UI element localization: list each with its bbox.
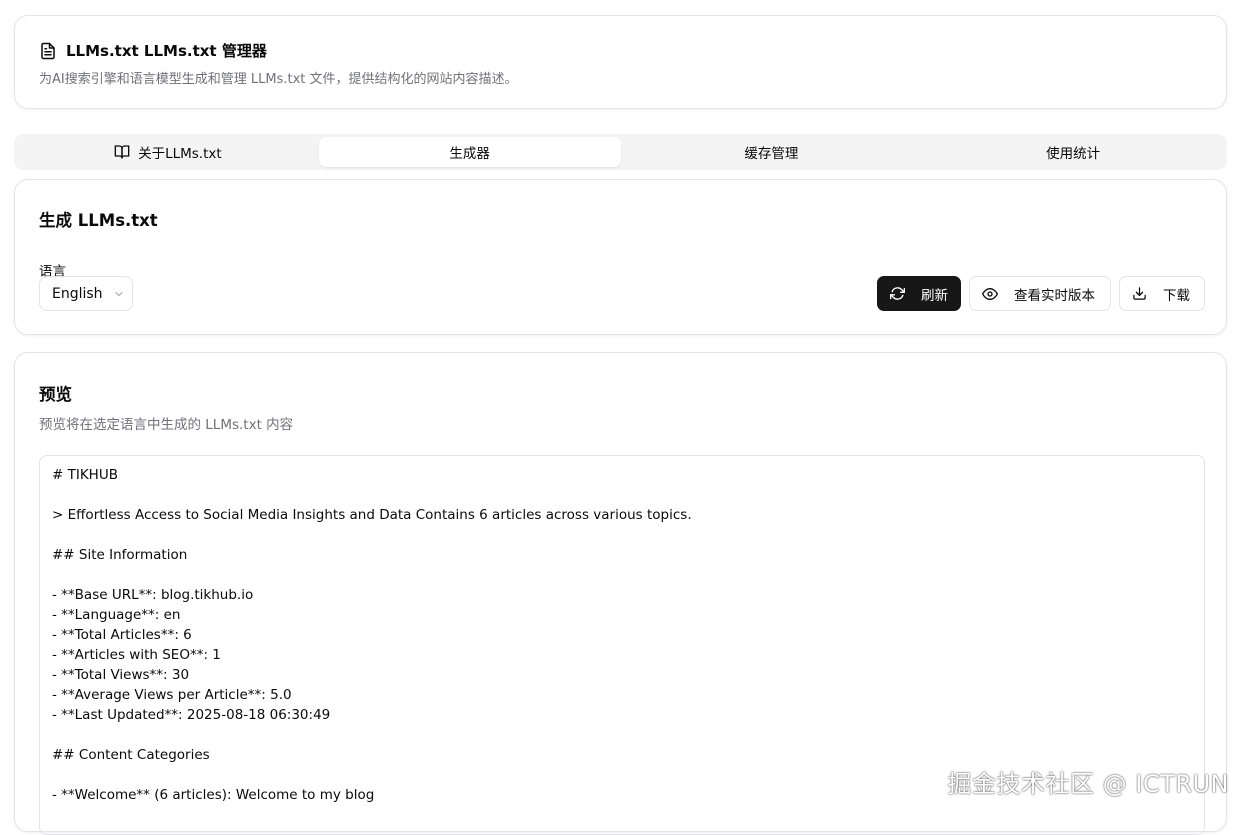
preview-description: 预览将在选定语言中生成的 LLMs.txt 内容 — [39, 417, 294, 433]
tab-generator-label: 生成器 — [449, 146, 490, 162]
tab-generator[interactable]: 生成器 — [318, 137, 621, 167]
view-live-label: 查看实时版本 — [1014, 287, 1095, 304]
tab-about[interactable]: 关于LLMs.txt — [17, 137, 319, 167]
preview-card: 预览 预览将在选定语言中生成的 LLMs.txt 内容 # TIKHUB > Ef… — [14, 352, 1227, 835]
tab-usage-stats[interactable]: 使用统计 — [922, 137, 1224, 167]
download-label: 下载 — [1163, 287, 1190, 304]
eye-icon — [982, 286, 998, 302]
tab-about-label: 关于LLMs.txt — [138, 146, 222, 162]
refresh-label: 刷新 — [921, 287, 948, 304]
refresh-icon — [890, 286, 905, 301]
file-text-icon — [39, 42, 57, 60]
preview-line: # TIKHUB — [52, 467, 118, 483]
preview-line: - **Articles with SEO**: 1 — [52, 647, 221, 663]
preview-line: ## Content Categories — [52, 747, 210, 763]
book-open-icon — [114, 144, 130, 160]
download-button[interactable]: 下载 — [1119, 276, 1205, 311]
page-title-text: LLMs.txt LLMs.txt 管理器 — [66, 42, 267, 60]
preview-line: - **Last Updated**: 2025-08-18 06:30:49 — [52, 707, 331, 723]
preview-line: - **Total Views**: 30 — [52, 667, 190, 683]
tab-cache-label: 缓存管理 — [744, 146, 799, 162]
preview-title: 预览 — [39, 385, 72, 404]
tab-cache-management[interactable]: 缓存管理 — [621, 137, 923, 167]
preview-line — [52, 525, 1192, 545]
preview-line: > Effortless Access to Social Media Insi… — [52, 507, 692, 523]
language-value: English — [52, 285, 103, 302]
preview-line — [52, 725, 1192, 745]
preview-line: - **Average Views per Article**: 5.0 — [52, 687, 292, 703]
view-live-button[interactable]: 查看实时版本 — [969, 276, 1111, 311]
preview-line: ## Site Information — [52, 547, 188, 563]
preview-line: - **Language**: en — [52, 607, 181, 623]
preview-line — [52, 565, 1192, 585]
chevron-down-icon — [113, 288, 125, 300]
preview-line — [52, 485, 1192, 505]
tab-stats-label: 使用统计 — [1046, 146, 1101, 162]
download-icon — [1132, 286, 1147, 301]
language-select[interactable]: English — [39, 276, 133, 311]
preview-line: - **Base URL**: blog.tikhub.io — [52, 587, 254, 603]
generator-title: 生成 LLMs.txt — [39, 211, 158, 230]
generator-card: 生成 LLMs.txt 语言 English 刷新 查看实时版本 下载 — [14, 179, 1227, 335]
tab-bar: 关于LLMs.txt 生成器 缓存管理 使用统计 — [14, 134, 1227, 170]
refresh-button[interactable]: 刷新 — [877, 276, 961, 311]
page-title: LLMs.txt LLMs.txt 管理器 — [39, 40, 267, 61]
preview-line: - **Total Articles**: 6 — [52, 627, 192, 643]
header-card: LLMs.txt LLMs.txt 管理器 为AI搜索引擎和语言模型生成和管理 … — [14, 15, 1227, 109]
watermark: 掘金技术社区 @ ICTRUN — [947, 770, 1229, 798]
page-description: 为AI搜索引擎和语言模型生成和管理 LLMs.txt 文件，提供结构化的网站内容… — [39, 72, 518, 87]
